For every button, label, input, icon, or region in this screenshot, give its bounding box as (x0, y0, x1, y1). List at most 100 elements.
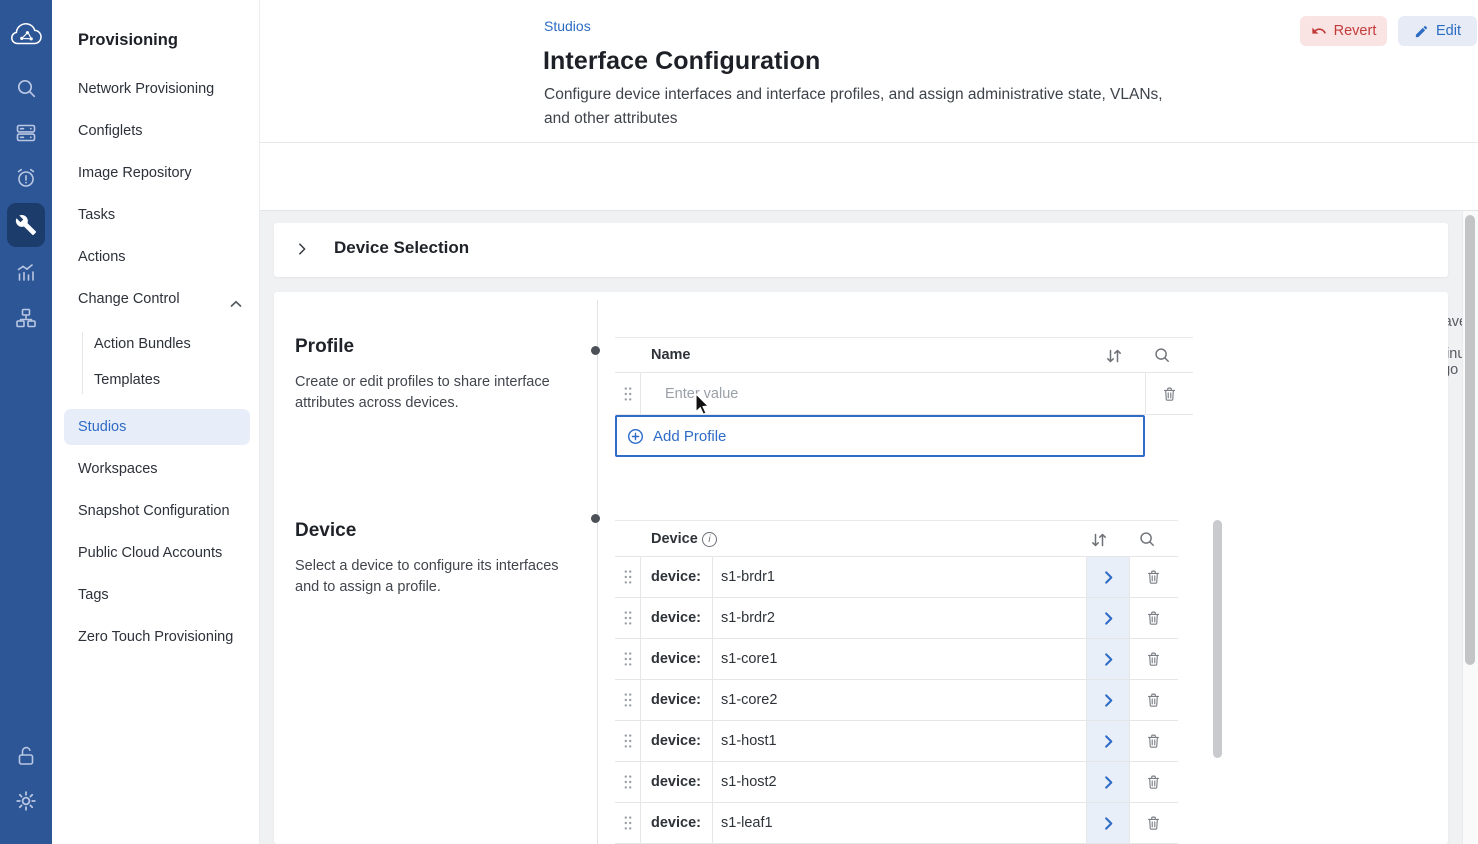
devices-icon[interactable] (0, 119, 52, 147)
search-icon[interactable] (0, 74, 52, 102)
open-device-button[interactable] (1086, 680, 1129, 720)
sidebar-item-change-control[interactable]: Change Control (78, 291, 180, 307)
sidebar-item-action-bundles[interactable]: Action Bundles (94, 336, 191, 352)
wrench-icon (15, 214, 37, 236)
device-key-label: device: (640, 639, 712, 679)
sidebar-item-workspaces[interactable]: Workspaces (78, 461, 158, 477)
trash-icon (1145, 609, 1162, 627)
drag-handle-icon[interactable] (615, 721, 640, 761)
device-row: device: s1-brdr2 (615, 598, 1178, 639)
drag-handle-icon[interactable] (615, 762, 640, 802)
section-connector-line (597, 300, 598, 844)
metrics-icon[interactable] (0, 258, 52, 286)
events-alarm-icon[interactable] (0, 164, 52, 192)
chevron-right-icon (1101, 652, 1116, 667)
sidebar-item-zero-touch-provisioning[interactable]: Zero Touch Provisioning (78, 629, 233, 645)
page-scrollbar-thumb[interactable] (1465, 215, 1475, 665)
drag-handle-icon[interactable] (615, 639, 640, 679)
open-device-button[interactable] (1086, 721, 1129, 761)
topology-icon[interactable] (0, 304, 52, 332)
device-row: device: s1-core1 (615, 639, 1178, 680)
settings-gear-icon[interactable] (0, 787, 52, 815)
device-key-label: device: (640, 803, 712, 843)
provisioning-rail-active[interactable] (7, 203, 45, 247)
chevron-right-icon (1101, 693, 1116, 708)
page-header: Studios Interface Configuration Configur… (260, 0, 1478, 143)
delete-device-button[interactable] (1129, 680, 1177, 720)
device-heading: Device (295, 520, 356, 542)
app-rail (0, 0, 52, 844)
trash-icon (1145, 773, 1162, 791)
profile-row (615, 373, 1193, 415)
sub-item-rule (82, 332, 83, 394)
device-section-bullet (591, 514, 600, 523)
chevron-right-icon (1101, 775, 1116, 790)
trash-icon (1145, 568, 1162, 586)
device-row: device: s1-host1 (615, 721, 1178, 762)
sidebar-item-actions[interactable]: Actions (78, 249, 126, 265)
delete-device-button[interactable] (1129, 803, 1177, 843)
add-profile-button[interactable]: Add Profile (615, 415, 1145, 457)
sidebar-item-network-provisioning[interactable]: Network Provisioning (78, 81, 214, 97)
cloudvision-logo-icon[interactable] (0, 18, 52, 54)
sort-icon[interactable] (1090, 531, 1108, 549)
delete-device-button[interactable] (1129, 557, 1177, 597)
device-key-label: device: (640, 762, 712, 802)
add-profile-label: Add Profile (653, 428, 726, 445)
sidebar-item-public-cloud-accounts[interactable]: Public Cloud Accounts (78, 545, 222, 561)
drag-handle-icon[interactable] (615, 557, 640, 597)
device-table-header: Device i (615, 520, 1178, 557)
section-scrollbar-thumb[interactable] (1213, 520, 1222, 758)
profile-column-name: Name (651, 347, 691, 363)
delete-device-button[interactable] (1129, 598, 1177, 638)
device-value[interactable]: s1-brdr2 (712, 598, 1086, 638)
chevron-up-icon[interactable] (230, 295, 242, 313)
device-value[interactable]: s1-host1 (712, 721, 1086, 761)
open-device-button[interactable] (1086, 803, 1129, 843)
delete-device-button[interactable] (1129, 762, 1177, 802)
sidebar-item-studios[interactable]: Studios (78, 419, 126, 435)
breadcrumb-studios[interactable]: Studios (544, 18, 591, 34)
chevron-right-icon (1101, 611, 1116, 626)
device-value[interactable]: s1-brdr1 (712, 557, 1086, 597)
sidebar-item-templates[interactable]: Templates (94, 372, 160, 388)
open-device-button[interactable] (1086, 598, 1129, 638)
profile-heading: Profile (295, 336, 354, 358)
search-icon[interactable] (1153, 346, 1171, 364)
trash-icon (1145, 814, 1162, 832)
sidebar-item-configlets[interactable]: Configlets (78, 123, 142, 139)
open-device-button[interactable] (1086, 762, 1129, 802)
device-description: Select a device to configure its interfa… (295, 556, 583, 598)
device-column-name: Device (651, 531, 698, 547)
sidebar-item-tags[interactable]: Tags (78, 587, 109, 603)
sidebar-item-snapshot-configuration[interactable]: Snapshot Configuration (78, 503, 230, 519)
sidebar-item-tasks[interactable]: Tasks (78, 207, 115, 223)
open-device-button[interactable] (1086, 639, 1129, 679)
profile-section-bullet (591, 346, 600, 355)
device-value[interactable]: s1-core2 (712, 680, 1086, 720)
device-value[interactable]: s1-core1 (712, 639, 1086, 679)
lock-open-icon[interactable] (0, 742, 52, 770)
open-device-button[interactable] (1086, 557, 1129, 597)
profile-name-input[interactable] (665, 386, 1105, 402)
drag-handle-icon[interactable] (615, 680, 640, 720)
drag-handle-icon[interactable] (615, 803, 640, 843)
delete-device-button[interactable] (1129, 639, 1177, 679)
revert-button[interactable]: Revert (1300, 16, 1387, 46)
device-key-label: device: (640, 557, 712, 597)
delete-device-button[interactable] (1129, 721, 1177, 761)
undo-icon (1311, 23, 1327, 39)
delete-profile-button[interactable] (1145, 373, 1192, 414)
sort-icon[interactable] (1105, 347, 1123, 365)
chevron-right-icon[interactable] (295, 242, 309, 261)
sidebar-item-image-repository[interactable]: Image Repository (78, 165, 192, 181)
drag-handle-icon[interactable] (615, 373, 640, 414)
device-key-label: device: (640, 598, 712, 638)
drag-handle-icon[interactable] (615, 598, 640, 638)
device-value[interactable]: s1-leaf1 (712, 803, 1086, 843)
info-icon[interactable]: i (702, 532, 717, 547)
device-value[interactable]: s1-host2 (712, 762, 1086, 802)
chevron-right-icon (1101, 816, 1116, 831)
search-icon[interactable] (1138, 530, 1156, 548)
edit-button[interactable]: Edit (1398, 16, 1477, 46)
